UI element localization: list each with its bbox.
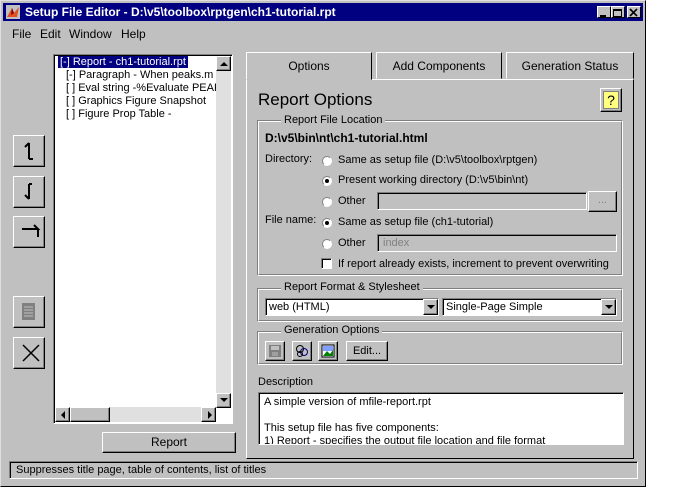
- format-dropdown-button[interactable]: [423, 299, 438, 315]
- status-bar: Suppresses title page, table of contents…: [9, 461, 638, 479]
- delete-button[interactable]: [13, 337, 45, 369]
- tree-vertical-scrollbar[interactable]: [216, 56, 231, 408]
- arrow-up-icon: [220, 62, 228, 66]
- chevron-down-icon: [605, 305, 613, 309]
- indent-icon: [22, 224, 41, 237]
- tab-options[interactable]: Options: [246, 52, 372, 80]
- browse-button[interactable]: ...: [588, 191, 617, 212]
- move-down-icon: [24, 183, 32, 200]
- component-tree[interactable]: [-] Report - ch1-tutorial.rpt [-] Paragr…: [53, 54, 233, 424]
- move-up-icon: [24, 142, 33, 160]
- name-option-other-radio[interactable]: [322, 239, 332, 249]
- description-line: A simple version of mfile-report.rpt: [264, 396, 431, 408]
- description-line: This setup file has five components:: [264, 422, 439, 434]
- image-icon: [321, 344, 335, 358]
- generation-options-title: Generation Options: [281, 324, 383, 336]
- description-line: [259, 409, 623, 422]
- dir-option-setup-label: Same as setup file (D:\v5\toolbox\rptgen…: [338, 154, 538, 166]
- activate-icon: [22, 303, 35, 320]
- tab-generation-status[interactable]: Generation Status: [506, 52, 634, 79]
- delete-icon: [22, 344, 40, 362]
- edit-options-button[interactable]: Edit...: [346, 341, 388, 361]
- graphics-options-button[interactable]: [292, 341, 312, 361]
- name-option-setup-radio[interactable]: [322, 218, 332, 228]
- save-icon: [269, 345, 281, 357]
- file-location-title: Report File Location: [281, 114, 386, 126]
- menu-window[interactable]: Window: [69, 27, 112, 41]
- arrow-right-icon: [208, 411, 212, 419]
- window-title: Setup File Editor - D:\v5\toolbox\rptgen…: [25, 5, 336, 19]
- report-format-title: Report Format & Stylesheet: [281, 281, 423, 293]
- save-options-button[interactable]: [265, 341, 285, 361]
- format-select[interactable]: web (HTML): [265, 298, 439, 316]
- scroll-right-button[interactable]: [201, 407, 216, 422]
- other-filename-field[interactable]: index: [377, 234, 617, 252]
- directory-label: Directory:: [265, 153, 313, 165]
- menu-edit[interactable]: Edit: [40, 27, 61, 41]
- arrow-left-icon: [61, 411, 65, 419]
- dir-option-setup-radio[interactable]: [322, 156, 332, 166]
- help-question-icon: ?: [603, 91, 619, 109]
- matlab-logo-icon: [6, 5, 20, 19]
- name-option-setup-label: Same as setup file (ch1-tutorial): [338, 216, 494, 228]
- chevron-down-icon: [427, 305, 435, 309]
- scroll-left-button[interactable]: [55, 407, 70, 422]
- increment-label: If report already exists, increment to p…: [338, 258, 609, 270]
- move-down-button[interactable]: [13, 176, 45, 208]
- menu-help[interactable]: Help: [121, 27, 146, 41]
- dir-option-other-radio[interactable]: [322, 197, 332, 207]
- stylesheet-select[interactable]: Single-Page Simple: [442, 298, 617, 316]
- indent-button[interactable]: [13, 216, 45, 248]
- output-path: D:\v5\bin\nt\ch1-tutorial.html: [265, 131, 428, 145]
- stylesheet-select-value: Single-Page Simple: [446, 301, 543, 313]
- title-bar[interactable]: Setup File Editor - D:\v5\toolbox\rptgen…: [3, 3, 643, 21]
- help-button[interactable]: ?: [600, 88, 622, 112]
- dir-option-pwd-label: Present working directory (D:\v5\bin\nt): [338, 174, 529, 186]
- scroll-up-button[interactable]: [216, 56, 231, 71]
- maximize-button[interactable]: [611, 6, 625, 18]
- arrow-down-icon: [220, 398, 228, 402]
- other-directory-field[interactable]: [377, 192, 587, 210]
- graphics-icon: [296, 345, 308, 357]
- move-up-button[interactable]: [13, 135, 45, 167]
- minimize-icon: [600, 15, 606, 17]
- page-title: Report Options: [258, 90, 373, 109]
- minimize-button[interactable]: [597, 6, 611, 18]
- increment-checkbox[interactable]: [321, 258, 332, 269]
- description-textarea[interactable]: A simple version of mfile-report.rpt Thi…: [258, 392, 624, 445]
- format-select-value: web (HTML): [269, 301, 330, 313]
- name-option-other-label: Other: [338, 237, 366, 249]
- description-label: Description: [258, 376, 314, 388]
- tree-item-graphics-snapshot[interactable]: [ ] Graphics Figure Snapshot: [66, 95, 206, 107]
- dir-option-pwd-radio[interactable]: [322, 176, 332, 186]
- tree-item-paragraph[interactable]: [-] Paragraph - When peaks.m r: [66, 69, 220, 81]
- close-icon: [629, 8, 638, 17]
- maximize-icon: [613, 9, 622, 17]
- tree-item-eval-string[interactable]: [ ] Eval string -%Evaluate PEAK: [66, 82, 221, 94]
- dir-option-other-label: Other: [338, 195, 366, 207]
- tree-horizontal-scrollbar[interactable]: [55, 407, 216, 422]
- filename-label: File name:: [265, 214, 317, 226]
- image-options-button[interactable]: [318, 341, 338, 361]
- menu-bar: File Edit Window Help: [3, 24, 643, 42]
- scroll-down-button[interactable]: [216, 393, 231, 408]
- report-button[interactable]: Report: [102, 432, 236, 453]
- scroll-thumb[interactable]: [70, 407, 110, 422]
- tab-add-components[interactable]: Add Components: [376, 52, 502, 79]
- activate-button[interactable]: [13, 296, 45, 328]
- close-button[interactable]: [627, 6, 641, 18]
- description-line: 1) Report - specifies the output file lo…: [264, 435, 546, 445]
- tree-item-figure-prop-table[interactable]: [ ] Figure Prop Table -: [66, 108, 172, 120]
- menu-file[interactable]: File: [12, 27, 31, 41]
- tree-item-report[interactable]: [-] Report - ch1-tutorial.rpt: [58, 56, 188, 68]
- setup-file-editor-window: Setup File Editor - D:\v5\toolbox\rptgen…: [0, 0, 646, 487]
- stylesheet-dropdown-button[interactable]: [601, 299, 616, 315]
